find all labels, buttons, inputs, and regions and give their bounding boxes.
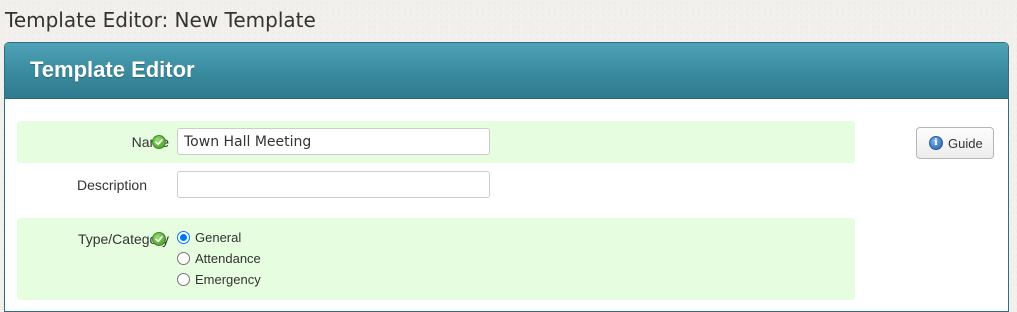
guide-button-label: Guide — [948, 136, 983, 151]
template-editor-panel: Template Editor Name Description Type/Ca… — [4, 42, 1009, 312]
info-icon: i — [929, 136, 943, 150]
radio-button-general[interactable] — [177, 231, 190, 244]
page-title: Template Editor: New Template — [5, 8, 316, 32]
radio-button-emergency[interactable] — [177, 273, 190, 286]
description-row: Description — [17, 164, 855, 206]
type-category-row: Type/Category General Attendance Emergen… — [17, 218, 855, 300]
valid-check-icon — [152, 135, 166, 149]
radio-button-attendance[interactable] — [177, 252, 190, 265]
name-row: Name — [17, 121, 855, 163]
panel-header: Template Editor — [5, 43, 1008, 99]
radio-label-general: General — [195, 230, 242, 245]
panel-title: Template Editor — [30, 57, 195, 82]
name-input[interactable] — [177, 128, 490, 155]
radio-label-emergency: Emergency — [195, 272, 261, 287]
description-label: Description — [76, 177, 147, 193]
radio-label-attendance: Attendance — [195, 251, 261, 266]
valid-check-icon — [152, 232, 166, 246]
guide-button[interactable]: i Guide — [916, 127, 994, 159]
description-input[interactable] — [177, 171, 490, 198]
